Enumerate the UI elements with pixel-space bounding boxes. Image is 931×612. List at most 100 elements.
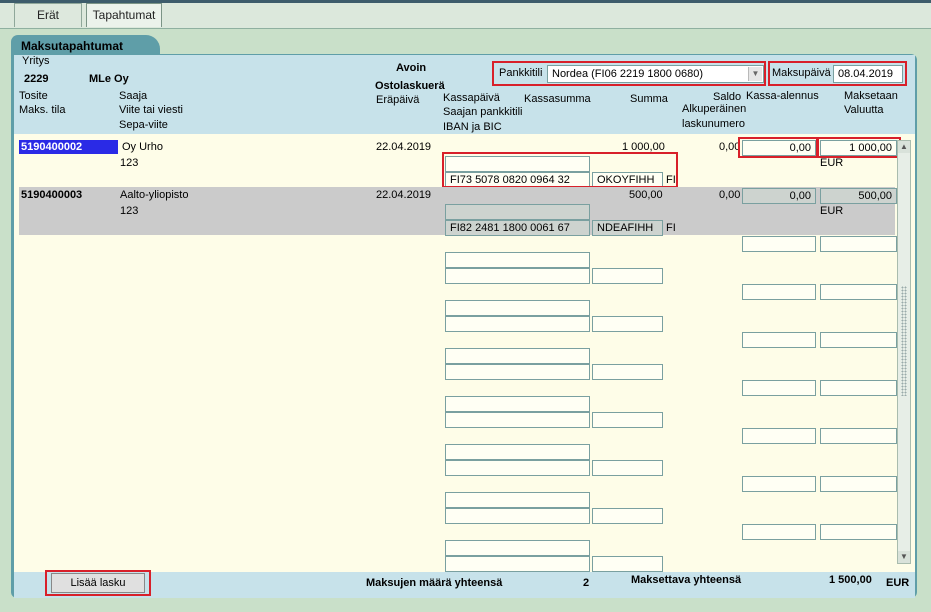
col-kassapaiva: Kassapäivä bbox=[443, 92, 500, 104]
row2-saldo: 0,00 bbox=[719, 189, 741, 201]
row2-country: FI bbox=[666, 222, 676, 234]
col-maksetaan: Maksetaan bbox=[844, 90, 898, 102]
empty-row7-iban-input[interactable] bbox=[445, 460, 590, 476]
total-label: Maksettava yhteensä bbox=[631, 574, 742, 586]
empty-row8-kassa-alennus-input[interactable] bbox=[742, 476, 816, 492]
empty-row3-maksetaan-input[interactable] bbox=[820, 236, 897, 252]
pankkitili-select[interactable]: Nordea (FI06 2219 1800 0680) ▼ bbox=[547, 65, 764, 83]
empty-row9-kassa-alennus-input[interactable] bbox=[742, 524, 816, 540]
empty-row8-kassapaiva-input[interactable] bbox=[445, 492, 590, 508]
row1-viite: 123 bbox=[120, 157, 139, 169]
count-value: 2 bbox=[583, 577, 590, 589]
empty-row9-maksetaan-input[interactable] bbox=[820, 524, 897, 540]
empty-row6-kassa-alennus-input[interactable] bbox=[742, 380, 816, 396]
row2-kassa-alennus-input[interactable]: 0,00 bbox=[742, 188, 816, 204]
yritys-label: Yritys bbox=[22, 55, 50, 67]
row2-iban-input[interactable]: FI82 2481 1800 0061 67 bbox=[445, 220, 590, 236]
col-saajan-pankkitili: Saajan pankkitili bbox=[443, 106, 523, 118]
col-sepa: Sepa-viite bbox=[119, 119, 168, 131]
col-kassa-alennus: Kassa-alennus bbox=[746, 90, 819, 102]
row1-maksetaan-input[interactable]: 1 000,00 bbox=[820, 140, 897, 156]
row2-bic-input[interactable]: NDEAFIHH bbox=[592, 220, 663, 236]
empty-row6-iban-input[interactable] bbox=[445, 412, 590, 428]
empty-row7-kassapaiva-input[interactable] bbox=[445, 444, 590, 460]
empty-row4-bic-input[interactable] bbox=[592, 316, 663, 332]
col-viite: Viite tai viesti bbox=[119, 104, 183, 116]
company-code: 2229 bbox=[24, 73, 49, 85]
chevron-down-icon[interactable]: ▼ bbox=[748, 67, 762, 81]
col-kassasumma: Kassasumma bbox=[524, 93, 591, 105]
empty-row4-maksetaan-input[interactable] bbox=[820, 284, 897, 300]
empty-row5-kassapaiva-input[interactable] bbox=[445, 348, 590, 364]
ostolaskuera-label: Ostolaskuerä bbox=[375, 80, 445, 92]
row1-tosite[interactable]: 5190400002 bbox=[19, 140, 118, 154]
empty-row3-kassa-alennus-input[interactable] bbox=[742, 236, 816, 252]
row2-summa: 500,00 bbox=[629, 189, 663, 201]
maksupaiva-label: Maksupäivä bbox=[772, 67, 831, 79]
col-saldo: Saldo bbox=[713, 91, 742, 103]
row1-iban-input[interactable]: FI73 5078 0820 0964 32 bbox=[445, 172, 590, 188]
col-valuutta: Valuutta bbox=[844, 104, 884, 116]
empty-row5-kassa-alennus-input[interactable] bbox=[742, 332, 816, 348]
total-value: 1 500,00 bbox=[829, 574, 872, 586]
empty-row4-kassapaiva-input[interactable] bbox=[445, 300, 590, 316]
pankkitili-label: Pankkitili bbox=[499, 67, 543, 79]
tab-tapahtumat[interactable]: Tapahtumat bbox=[86, 3, 162, 27]
empty-row8-maksetaan-input[interactable] bbox=[820, 476, 897, 492]
col-tosite: Tosite bbox=[19, 90, 48, 102]
scroll-down-icon[interactable]: ▼ bbox=[898, 551, 910, 563]
row2-valuutta: EUR bbox=[820, 205, 844, 217]
vertical-scrollbar[interactable]: ▲ ▼ bbox=[897, 140, 911, 564]
empty-row3-kassapaiva-input[interactable] bbox=[445, 252, 590, 268]
empty-row6-kassapaiva-input[interactable] bbox=[445, 396, 590, 412]
row1-erapaiva: 22.04.2019 bbox=[376, 141, 432, 153]
empty-row4-iban-input[interactable] bbox=[445, 316, 590, 332]
empty-row8-iban-input[interactable] bbox=[445, 508, 590, 524]
row2-tosite[interactable]: 5190400003 bbox=[21, 189, 82, 201]
col-maks-tila: Maks. tila bbox=[19, 104, 66, 116]
empty-row3-iban-input[interactable] bbox=[445, 268, 590, 284]
row1-kassa-alennus-input[interactable]: 0,00 bbox=[742, 140, 816, 156]
col-summa: Summa bbox=[630, 93, 668, 105]
empty-row4-kassa-alennus-input[interactable] bbox=[742, 284, 816, 300]
row2-kassapaiva-input[interactable] bbox=[445, 204, 590, 220]
empty-row5-iban-input[interactable] bbox=[445, 364, 590, 380]
empty-row5-bic-input[interactable] bbox=[592, 364, 663, 380]
row2-saaja: Aalto-yliopisto bbox=[120, 189, 189, 201]
scroll-up-icon[interactable]: ▲ bbox=[898, 141, 910, 153]
row1-valuutta: EUR bbox=[820, 157, 844, 169]
scroll-grip-icon[interactable] bbox=[901, 286, 907, 396]
row1-saldo: 0,00 bbox=[719, 141, 741, 153]
add-invoice-button[interactable]: Lisää lasku bbox=[51, 573, 145, 593]
row1-country: FI bbox=[666, 174, 676, 186]
row1-saaja: Oy Urho bbox=[122, 141, 163, 153]
empty-row9-iban-input[interactable] bbox=[445, 556, 590, 572]
row2-maksetaan-input[interactable]: 500,00 bbox=[820, 188, 897, 204]
row1-kassapaiva-input[interactable] bbox=[445, 156, 590, 172]
col-saaja: Saaja bbox=[119, 90, 148, 102]
empty-row5-maksetaan-input[interactable] bbox=[820, 332, 897, 348]
empty-row8-bic-input[interactable] bbox=[592, 508, 663, 524]
row2-viite: 123 bbox=[120, 205, 139, 217]
count-label: Maksujen määrä yhteensä bbox=[366, 577, 503, 589]
empty-row6-bic-input[interactable] bbox=[592, 412, 663, 428]
empty-row7-bic-input[interactable] bbox=[592, 460, 663, 476]
empty-row9-kassapaiva-input[interactable] bbox=[445, 540, 590, 556]
panel-title: Maksutapahtumat bbox=[21, 39, 124, 53]
empty-row6-maksetaan-input[interactable] bbox=[820, 380, 897, 396]
tab-erat[interactable]: Erät bbox=[14, 3, 82, 27]
row1-summa: 1 000,00 bbox=[622, 141, 665, 153]
maksupaiva-input[interactable]: 08.04.2019 bbox=[833, 65, 903, 83]
avoin-label: Avoin bbox=[396, 62, 427, 74]
row2-erapaiva: 22.04.2019 bbox=[376, 189, 432, 201]
empty-row7-maksetaan-input[interactable] bbox=[820, 428, 897, 444]
col-iban-bic: IBAN ja BIC bbox=[443, 121, 502, 133]
row1-bic-input[interactable]: OKOYFIHH bbox=[592, 172, 663, 188]
empty-row9-bic-input[interactable] bbox=[592, 556, 663, 572]
col-alkuperainen: Alkuperäinen bbox=[682, 103, 747, 115]
empty-row3-bic-input[interactable] bbox=[592, 268, 663, 284]
col-erapaiva: Eräpäivä bbox=[376, 94, 420, 106]
company-name: MLe Oy bbox=[89, 73, 129, 85]
empty-row7-kassa-alennus-input[interactable] bbox=[742, 428, 816, 444]
total-currency: EUR bbox=[886, 577, 910, 589]
